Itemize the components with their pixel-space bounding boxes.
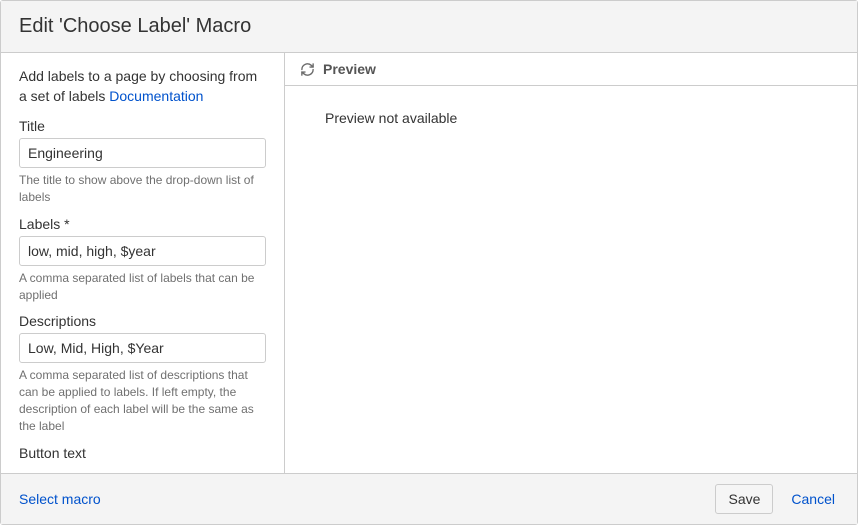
footer-left: Select macro [19,491,101,507]
field-descriptions: Descriptions A comma separated list of d… [19,313,266,434]
refresh-icon[interactable] [299,61,315,77]
button-text-label: Button text [19,445,266,461]
select-macro-link[interactable]: Select macro [19,491,101,507]
dialog-title: Edit 'Choose Label' Macro [19,15,839,38]
dialog-body: Add labels to a page by choosing from a … [1,53,857,473]
cancel-button[interactable]: Cancel [787,485,839,513]
dialog-footer: Select macro Save Cancel [1,473,857,524]
dialog-header: Edit 'Choose Label' Macro [1,1,857,53]
form-panel: Add labels to a page by choosing from a … [1,53,285,473]
labels-input[interactable] [19,236,266,266]
title-help: The title to show above the drop-down li… [19,172,266,206]
title-label: Title [19,118,266,134]
labels-help: A comma separated list of labels that ca… [19,270,266,304]
field-title: Title The title to show above the drop-d… [19,118,266,206]
title-input[interactable] [19,138,266,168]
form-intro: Add labels to a page by choosing from a … [19,67,266,106]
preview-heading: Preview [323,61,376,77]
field-labels: Labels * A comma separated list of label… [19,216,266,304]
labels-label: Labels * [19,216,266,232]
save-button[interactable]: Save [715,484,773,514]
preview-header: Preview [285,53,857,86]
descriptions-label: Descriptions [19,313,266,329]
descriptions-input[interactable] [19,333,266,363]
documentation-link[interactable]: Documentation [109,88,203,104]
macro-edit-dialog: Edit 'Choose Label' Macro Add labels to … [0,0,858,525]
field-button-text: Button text [19,445,266,461]
descriptions-help: A comma separated list of descriptions t… [19,367,266,434]
preview-panel: Preview Preview not available [285,53,857,473]
preview-body: Preview not available [285,86,857,473]
footer-right: Save Cancel [715,484,839,514]
